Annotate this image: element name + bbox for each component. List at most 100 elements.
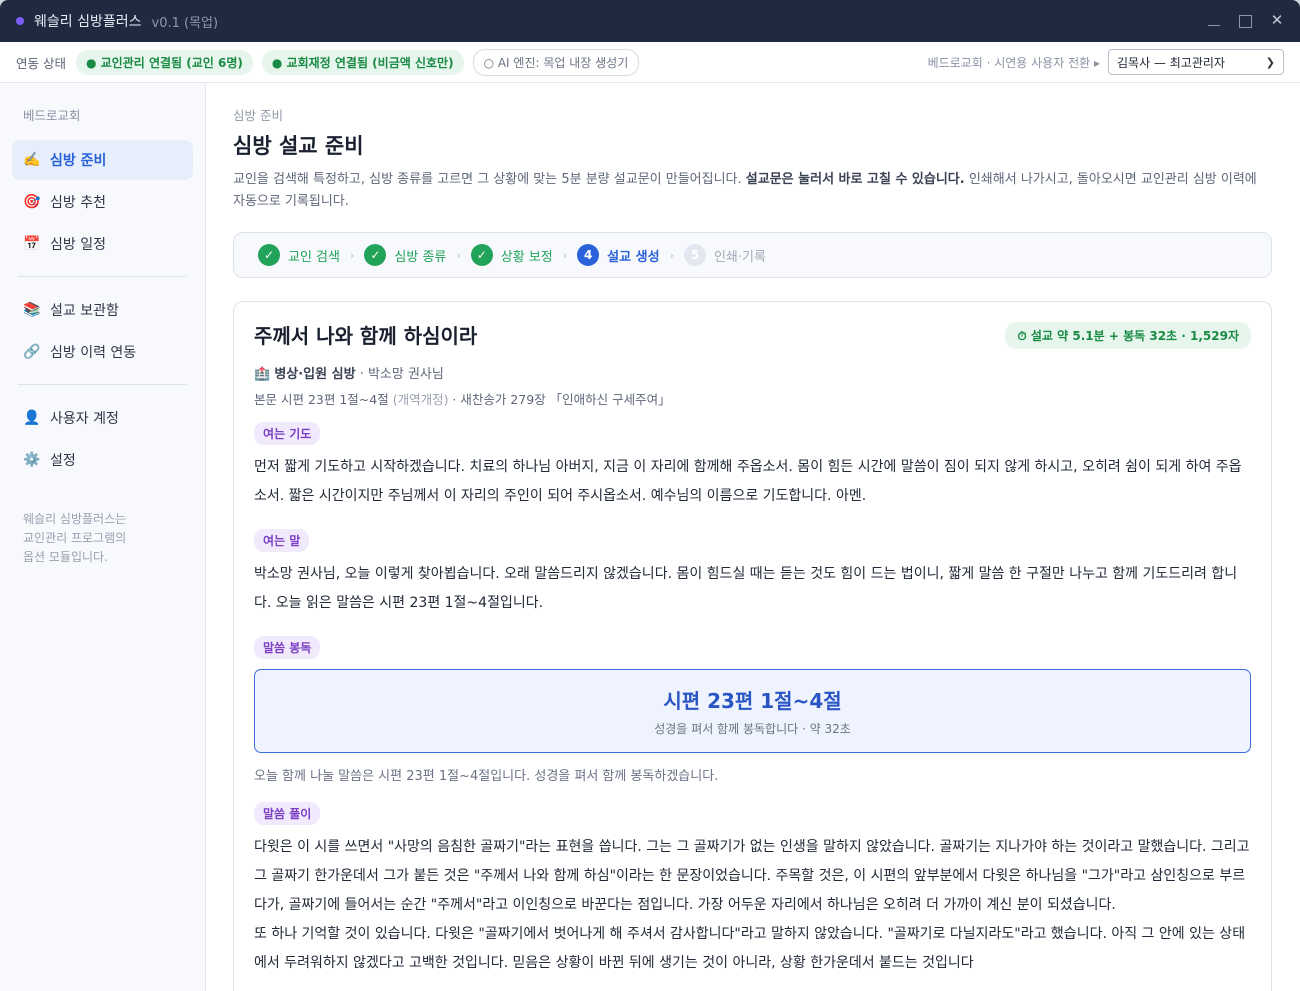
- close-icon[interactable]: ✕: [1270, 13, 1284, 28]
- page-title: 심방 설교 준비: [233, 134, 364, 158]
- link-icon: 🔗: [23, 344, 41, 360]
- calendar-icon: 📅: [23, 236, 41, 252]
- sidebar-church-name: 베드로교회: [23, 108, 81, 123]
- minimize-icon[interactable]: [1207, 14, 1221, 28]
- member-name: · 박소망 권사님: [355, 367, 444, 382]
- section-tag: 여는 말: [254, 529, 310, 552]
- step-check-icon: ✓: [470, 244, 493, 266]
- sidebar-item-label: 사용자 계정: [50, 411, 119, 427]
- sidebar-item-label: 심방 이력 연동: [50, 345, 137, 361]
- section-scripture-reading: 말씀 봉독 시편 23편 1절~4절 성경을 펴서 함께 봉독합니다 · 약 3…: [254, 636, 1251, 784]
- step-separator-icon: ›: [562, 248, 568, 262]
- app-version: v0.1 (목업): [151, 15, 219, 31]
- sidebar: 베드로교회 ✍️ 심방 준비 🎯 심방 추천 📅 심방 일정 📚 설교 보관함 …: [0, 83, 206, 991]
- step-check-icon: ✓: [364, 244, 387, 266]
- sidebar-item-visit-schedule[interactable]: 📅 심방 일정: [12, 224, 193, 264]
- step-label: 설교 생성: [607, 249, 660, 265]
- section-body[interactable]: 박소망 권사님, 오늘 이렇게 찾아뵙습니다. 오래 말씀드리지 않겠습니다. …: [254, 560, 1251, 618]
- sermon-header: 주께서 나와 함께 하심이라 ⏱ 설교 약 5.1분 + 봉독 32초 · 1,…: [254, 320, 1251, 349]
- section-tag: 여는 기도: [254, 422, 321, 445]
- sermon-time-badge: ⏱ 설교 약 5.1분 + 봉독 32초 · 1,529자: [1005, 322, 1251, 349]
- step-sermon-generate[interactable]: 4 설교 생성: [577, 244, 660, 266]
- step-member-search[interactable]: ✓ 교인 검색: [258, 244, 340, 266]
- section-tag: 말씀 봉독: [254, 636, 321, 659]
- church-context: 베드로교회 · 시연용 사용자 전환 ▸: [927, 55, 1100, 70]
- app-name: 웨슬리 심방플러스: [34, 14, 142, 30]
- user-icon: 👤: [23, 410, 41, 426]
- books-icon: 📚: [23, 302, 41, 318]
- section-body[interactable]: 먼저 짧게 기도하고 시작하겠습니다. 치료의 하나님 아버지, 지금 이 자리…: [254, 453, 1251, 511]
- page-desc-bold: 설교문은 눌러서 바로 고칠 수 있습니다.: [745, 172, 965, 187]
- sidebar-note-line: 교인관리 프로그램의: [23, 531, 127, 545]
- step-separator-icon: ›: [669, 248, 674, 262]
- scripture-box[interactable]: 시편 23편 1절~4절 성경을 펴서 함께 봉독합니다 · 약 32초: [254, 669, 1251, 753]
- sidebar-item-user-accounts[interactable]: 👤 사용자 계정: [12, 398, 193, 438]
- app-logo-dot: [16, 17, 24, 25]
- integration-status-bar: 연동 상태 ● 교인관리 연결됨 (교인 6명) ● 교회재정 연결됨 (비금액…: [0, 42, 1300, 83]
- sidebar-item-label: 심방 일정: [50, 237, 106, 253]
- sidebar-item-label: 설정: [50, 453, 76, 469]
- step-print-record[interactable]: 5 인쇄·기록: [683, 244, 766, 266]
- status-pill-finance: ● 교회재정 연결됨 (비금액 신호만): [261, 49, 464, 75]
- sidebar-item-visit-recommend[interactable]: 🎯 심방 추천: [12, 182, 193, 222]
- sidebar-divider: [18, 384, 187, 385]
- step-label: 상황 보정: [500, 249, 553, 265]
- step-label: 인쇄·기록: [713, 249, 766, 265]
- window-controls: ✕: [1207, 13, 1284, 28]
- hospital-icon: 🏥: [254, 367, 271, 382]
- writing-hand-icon: ✍️: [23, 152, 41, 168]
- step-label: 교인 검색: [288, 249, 340, 265]
- sermon-card: 주께서 나와 함께 하심이라 ⏱ 설교 약 5.1분 + 봉독 32초 · 1,…: [233, 301, 1272, 991]
- sidebar-item-history-sync[interactable]: 🔗 심방 이력 연동: [12, 332, 193, 372]
- sidebar-note-line: 웨슬리 심방플러스는: [23, 512, 127, 526]
- gear-icon: ⚙️: [23, 452, 41, 468]
- sidebar-module-note: 웨슬리 심방플러스는 교인관리 프로그램의 옵션 모듈입니다.: [12, 510, 193, 567]
- chevron-down-icon: ❯: [1265, 55, 1275, 69]
- step-number: 5: [683, 244, 706, 266]
- page-description: 교인을 검색해 특정하고, 심방 종류를 고르면 그 상황에 맞는 5분 분량 …: [233, 169, 1272, 213]
- sermon-visit-info: 🏥 병상·입원 심방 · 박소망 권사님: [254, 363, 1251, 382]
- app-body: 베드로교회 ✍️ 심방 준비 🎯 심방 추천 📅 심방 일정 📚 설교 보관함 …: [0, 83, 1300, 991]
- sermon-text-info: 본문 시편 23편 1절~4절 (개역개정) · 새찬송가 279장 「인애하신…: [254, 389, 1251, 408]
- status-label: 연동 상태: [16, 55, 66, 71]
- section-tag: 말씀 풀이: [254, 802, 321, 825]
- user-select[interactable]: 김목사 — 최고관리자 ❯: [1108, 49, 1284, 75]
- step-visit-type[interactable]: ✓ 심방 종류: [364, 244, 446, 266]
- step-separator-icon: ›: [349, 248, 355, 262]
- maximize-icon[interactable]: [1239, 14, 1252, 28]
- section-body[interactable]: 다윗은 이 시를 쓰면서 "사망의 음침한 골짜기"라는 표현을 씁니다. 그는…: [254, 833, 1251, 920]
- target-icon: 🎯: [23, 194, 41, 210]
- step-check-icon: ✓: [258, 244, 280, 266]
- scripture-box-reference: 시편 23편 1절~4절: [663, 689, 842, 713]
- sidebar-item-label: 설교 보관함: [50, 303, 119, 319]
- scripture-note[interactable]: 오늘 함께 나눌 말씀은 시편 23편 1절~4절입니다. 성경을 펴서 함께 …: [254, 765, 1251, 784]
- status-pill-members: ● 교인관리 연결됨 (교인 6명): [75, 49, 253, 75]
- sidebar-item-settings[interactable]: ⚙️ 설정: [12, 440, 193, 480]
- sidebar-item-sermon-archive[interactable]: 📚 설교 보관함: [12, 290, 193, 330]
- step-situation-adjust[interactable]: ✓ 상황 보정: [470, 244, 553, 266]
- section-body[interactable]: 또 하나 기억할 것이 있습니다. 다윗은 "골짜기에서 벗어나게 해 주셔서 …: [254, 920, 1251, 978]
- main-content: 심방 준비 심방 설교 준비 교인을 검색해 특정하고, 심방 종류를 고르면 …: [206, 83, 1300, 991]
- title-bar: 웨슬리 심방플러스 v0.1 (목업) ✕: [0, 0, 1300, 42]
- sidebar-item-label: 심방 준비: [50, 153, 107, 169]
- scripture-box-subtitle: 성경을 펴서 함께 봉독합니다 · 약 32초: [654, 722, 851, 736]
- step-separator-icon: ›: [456, 248, 461, 262]
- section-exposition: 말씀 풀이 다윗은 이 시를 쓰면서 "사망의 음침한 골짜기"라는 표현을 씁…: [254, 802, 1251, 978]
- step-indicator: ✓ 교인 검색 › ✓ 심방 종류 › ✓ 상황 보정 › 4 설교 생성 › …: [233, 232, 1272, 278]
- bible-version: (개역개정): [392, 392, 449, 407]
- sidebar-note-line: 옵션 모듈입니다.: [23, 550, 108, 564]
- section-opening-prayer: 여는 기도 먼저 짧게 기도하고 시작하겠습니다. 치료의 하나님 아버지, 지…: [254, 422, 1251, 511]
- user-select-value: 김목사 — 최고관리자: [1117, 55, 1225, 70]
- sidebar-item-visit-prep[interactable]: ✍️ 심방 준비: [12, 140, 193, 180]
- breadcrumb: 심방 준비: [233, 108, 283, 123]
- step-label: 심방 종류: [394, 249, 447, 265]
- scripture-reference: 본문 시편 23편 1절~4절: [254, 392, 393, 407]
- hymn-reference: · 새찬송가 279장 「인애하신 구세주여」: [448, 392, 671, 407]
- step-number: 4: [577, 244, 600, 266]
- app-window: 웨슬리 심방플러스 v0.1 (목업) ✕ 연동 상태 ● 교인관리 연결됨 (…: [0, 0, 1300, 991]
- visit-type: 병상·입원 심방: [274, 367, 356, 382]
- page-desc-part: 교인을 검색해 특정하고, 심방 종류를 고르면 그 상황에 맞는 5분 분량 …: [233, 172, 746, 187]
- status-pill-ai-engine: ○ AI 엔진: 목업 내장 생성기: [472, 48, 640, 76]
- sidebar-item-label: 심방 추천: [50, 195, 106, 211]
- sermon-title[interactable]: 주께서 나와 함께 하심이라: [254, 320, 477, 349]
